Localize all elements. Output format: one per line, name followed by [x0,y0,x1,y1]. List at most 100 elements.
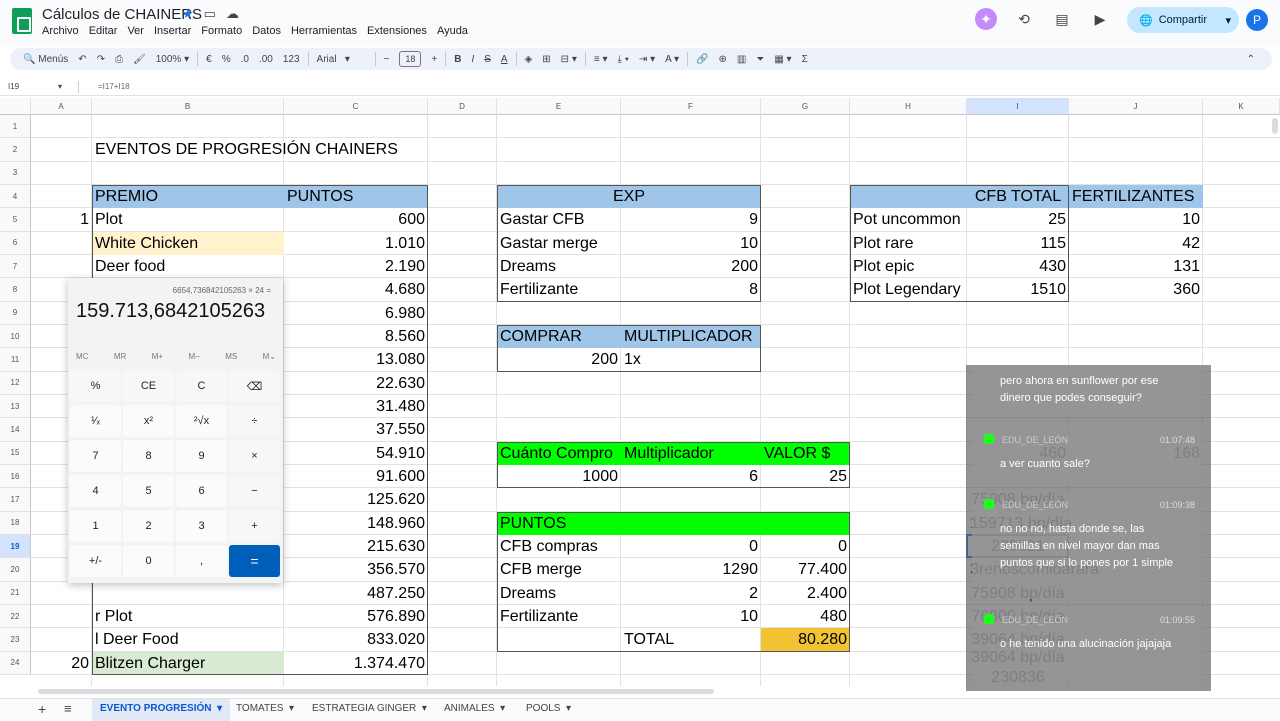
fertilizantes-value[interactable]: 360 [1069,278,1203,301]
cuanto-multiplicador-value[interactable]: 6 [621,465,761,488]
sheets-logo-icon[interactable] [12,8,32,34]
calc-key-reciprocal[interactable]: ¹⁄ₓ [70,405,121,437]
puntos-count[interactable]: 10 [621,605,761,628]
premio-number[interactable] [31,582,92,605]
memory-mr-button[interactable]: MR [114,352,126,361]
premio-points[interactable]: 576.890 [284,605,428,628]
cuanto-compro-value[interactable]: 1000 [497,465,621,488]
calc-key-three[interactable]: 3 [176,510,227,542]
calc-key-seven[interactable]: 7 [70,440,121,472]
text-color-icon[interactable]: A [496,48,513,70]
calc-key-decimal[interactable]: , [176,545,227,577]
cfb-value[interactable]: 1510 [967,278,1069,301]
column-header-j[interactable]: J [1069,98,1203,115]
premio-points[interactable]: 148.960 [284,512,428,535]
puntos-value[interactable]: 2.400 [761,582,850,605]
multiplicador-value[interactable]: 1x [621,348,761,371]
zoom-select[interactable]: 100% ▾ [151,48,194,70]
row-header-1[interactable]: 1 [0,115,31,139]
premio-points[interactable]: 1.374.470 [284,652,428,675]
vertical-align-icon[interactable]: ⤓ ▾ [613,48,634,70]
row-header-21[interactable]: 21 [0,581,31,605]
puntos-count[interactable]: 1290 [621,558,761,581]
add-sheet-icon[interactable]: + [38,701,46,717]
premio-points[interactable]: 6.980 [284,302,428,325]
column-header-f[interactable]: F [621,98,761,115]
cfb-value[interactable]: 115 [967,232,1069,255]
sheet-tab-2[interactable]: TOMATES ▾ [236,703,294,714]
exp-label[interactable]: Gastar CFB [497,208,621,231]
calc-key-nine[interactable]: 9 [176,440,227,472]
premio-number[interactable] [31,628,92,651]
menu-datos[interactable]: Datos [252,25,281,37]
row-header-12[interactable]: 12 [0,371,31,395]
exp-value[interactable]: 8 [621,278,761,301]
puntos-value[interactable]: 480 [761,605,850,628]
valor-value[interactable]: 25 [761,465,850,488]
puntos-label[interactable]: CFB merge [497,558,621,581]
font-size-increase-icon[interactable]: + [426,48,442,70]
filter-views-icon[interactable]: ▦ ▾ [769,48,796,70]
premio-points[interactable]: 91.600 [284,465,428,488]
cfb-total-header[interactable]: CFB TOTAL [967,184,1069,209]
grid-corner[interactable] [0,98,31,115]
calc-key-divide[interactable]: ÷ [229,405,280,437]
share-button[interactable]: 🌐 Compartir ▾ [1127,7,1239,33]
currency-button[interactable]: € [201,48,217,70]
fill-color-icon[interactable]: ◈ [520,48,538,70]
more-formats-button[interactable]: 123 [278,48,305,70]
total-value[interactable]: 80.280 [761,628,850,652]
puntos-count[interactable]: 0 [621,535,761,558]
vertical-scrollbar[interactable] [1272,118,1278,134]
menu-editar[interactable]: Editar [89,25,118,37]
memory-mplus-button[interactable]: M+ [152,352,163,361]
filter-icon[interactable]: ⏷ [751,48,769,70]
row-header-5[interactable]: 5 [0,208,31,232]
text-wrap-icon[interactable]: ⇥ ▾ [634,48,660,70]
menu-herramientas[interactable]: Herramientas [291,25,357,37]
puntos-header[interactable]: PUNTOS [284,184,428,209]
calc-key-eight[interactable]: 8 [123,440,174,472]
premio-name[interactable] [92,582,284,605]
total-label[interactable]: TOTAL [621,628,761,651]
sheet-tab-1[interactable]: EVENTO PROGRESIÓN ▾ [92,699,231,721]
premio-points[interactable]: 215.630 [284,535,428,558]
puntos-value[interactable]: 0 [761,535,850,558]
cfb-value[interactable]: 25 [967,208,1069,231]
gemini-icon[interactable]: ✦ [975,8,997,30]
calc-key-minus[interactable]: − [229,475,280,507]
premio-name[interactable]: r Plot [92,605,284,628]
strikethrough-icon[interactable]: S [479,48,496,70]
premio-points[interactable]: 1.010 [284,232,428,255]
column-header-d[interactable]: D [428,98,497,115]
row-header-24[interactable]: 24 [0,651,31,675]
column-header-c[interactable]: C [284,98,428,115]
row-header-15[interactable]: 15 [0,441,31,465]
name-box-chevron-icon[interactable]: ▾ [58,82,62,91]
row-header-3[interactable]: 3 [0,161,31,185]
redo-icon[interactable]: ↷ [92,48,110,70]
cfb-blank-header[interactable] [850,184,967,209]
move-folder-icon[interactable]: ▭ [204,6,216,22]
column-header-b[interactable]: B [92,98,284,115]
row-header-4[interactable]: 4 [0,184,31,209]
premio-points[interactable]: 13.080 [284,348,428,371]
collapse-toolbar-icon[interactable]: ⌃ [1242,48,1260,70]
fertilizantes-value[interactable]: 10 [1069,208,1203,231]
chevron-down-icon[interactable]: ▾ [212,703,222,714]
memory-ms-button[interactable]: MS [225,352,237,361]
premio-number[interactable] [31,605,92,628]
star-icon[interactable]: ★ [182,6,194,22]
cfb-label[interactable]: Plot Legendary [850,278,967,301]
premio-points[interactable]: 356.570 [284,558,428,581]
calc-key-square-root[interactable]: ²√x [176,405,227,437]
percent-button[interactable]: % [217,48,236,70]
premio-points[interactable]: 8.560 [284,325,428,348]
exp-label[interactable]: Fertilizante [497,278,621,301]
cfb-value[interactable]: 430 [967,255,1069,278]
menu-insertar[interactable]: Insertar [154,25,191,37]
exp-value[interactable]: 9 [621,208,761,231]
search-menus-button[interactable]: 🔍 Menús [18,48,73,70]
memory-mminus-button[interactable]: M− [188,352,199,361]
cfb-label[interactable]: Plot epic [850,255,967,278]
